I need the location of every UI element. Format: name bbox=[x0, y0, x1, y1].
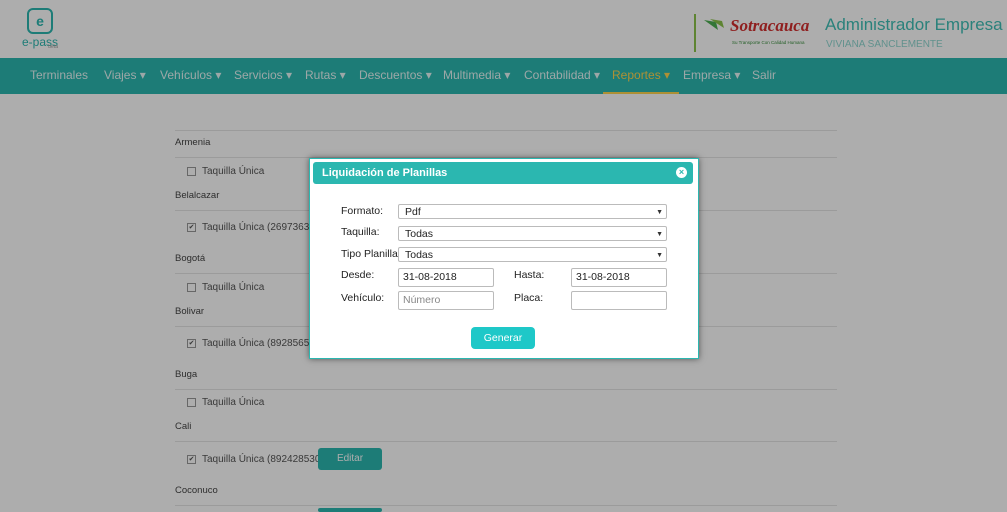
vehiculo-input[interactable]: Número bbox=[398, 291, 494, 310]
tipo-planilla-label: Tipo Planilla: bbox=[341, 248, 401, 260]
taquilla-value: Todas bbox=[405, 228, 434, 240]
tipo-planilla-select[interactable]: Todas ▼ bbox=[398, 247, 667, 262]
dropdown-arrow-icon: ▼ bbox=[656, 252, 663, 259]
close-icon[interactable]: × bbox=[676, 167, 687, 178]
vehiculo-label: Vehículo: bbox=[341, 292, 385, 304]
formato-label: Formato: bbox=[341, 205, 384, 217]
placa-input[interactable] bbox=[571, 291, 667, 310]
tipo-planilla-value: Todas bbox=[405, 249, 434, 261]
generate-button[interactable]: Generar bbox=[471, 327, 535, 349]
liquidacion-dialog: Liquidación de Planillas × Formato: Pdf … bbox=[309, 158, 699, 359]
dialog-header: Liquidación de Planillas × bbox=[313, 162, 693, 184]
formato-value: Pdf bbox=[405, 206, 421, 218]
desde-label: Desde: bbox=[341, 269, 375, 281]
placa-label: Placa: bbox=[514, 292, 544, 304]
taquilla-select[interactable]: Todas ▼ bbox=[398, 226, 667, 241]
taquilla-label: Taquilla: bbox=[341, 226, 380, 238]
formato-select[interactable]: Pdf ▼ bbox=[398, 204, 667, 219]
dialog-title: Liquidación de Planillas bbox=[322, 167, 448, 179]
dropdown-arrow-icon: ▼ bbox=[656, 231, 663, 238]
dropdown-arrow-icon: ▼ bbox=[656, 209, 663, 216]
hasta-date-input[interactable]: 31-08-2018 bbox=[571, 268, 667, 287]
hasta-label: Hasta: bbox=[514, 269, 545, 281]
desde-date-input[interactable]: 31-08-2018 bbox=[398, 268, 494, 287]
